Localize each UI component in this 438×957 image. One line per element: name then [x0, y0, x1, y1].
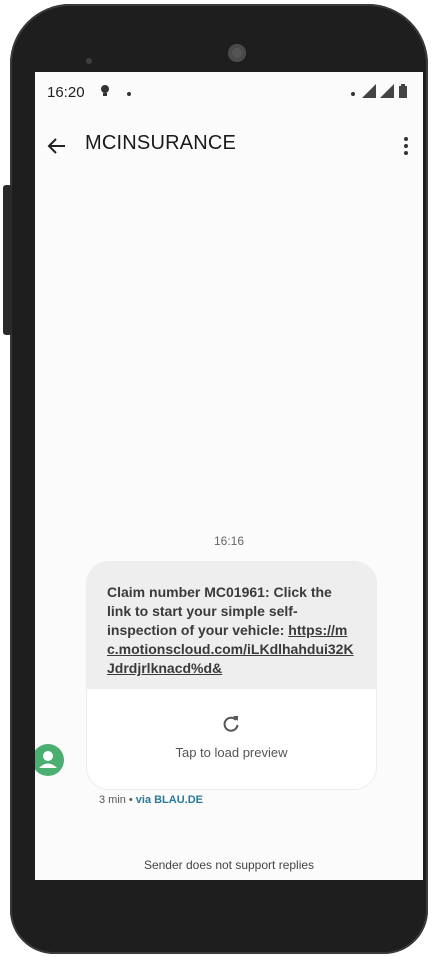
signal-icon [380, 84, 394, 98]
refresh-icon [223, 716, 239, 732]
status-time: 16:20 [47, 84, 85, 101]
preview-label: Tap to load preview [175, 745, 288, 760]
conversation-title: MCINSURANCE [85, 132, 237, 154]
status-bar: 16:20 [35, 72, 423, 112]
meta-separator: • [128, 794, 133, 806]
back-arrow-icon[interactable] [45, 134, 69, 158]
link-preview[interactable]: Tap to load preview [87, 689, 376, 789]
signal-icon [362, 84, 376, 98]
phone-screen: 16:20 MCINSURANCE 16:16 Claim number MC0… [35, 72, 423, 880]
speaker-dot [86, 58, 92, 64]
message-meta: 3 min • via BLAU.DE [99, 794, 203, 806]
message-age: 3 min [99, 794, 126, 806]
front-camera [228, 44, 246, 62]
more-options-icon[interactable] [403, 134, 409, 158]
sender-avatar[interactable] [35, 744, 64, 776]
via-carrier: via BLAU.DE [135, 794, 204, 806]
message-body: Claim number MC01961: Click the link to … [87, 562, 376, 689]
lightbulb-icon [101, 85, 109, 96]
battery-icon [399, 84, 407, 98]
app-bar: MCINSURANCE [35, 124, 423, 168]
notification-dot-icon [127, 92, 131, 96]
reply-unsupported-note: Sender does not support replies [143, 858, 315, 872]
message-timestamp: 16:16 [213, 534, 245, 548]
person-icon [39, 751, 57, 768]
message-bubble[interactable]: Claim number MC01961: Click the link to … [87, 562, 376, 789]
side-button [3, 185, 12, 335]
notification-dot-icon [351, 92, 355, 96]
